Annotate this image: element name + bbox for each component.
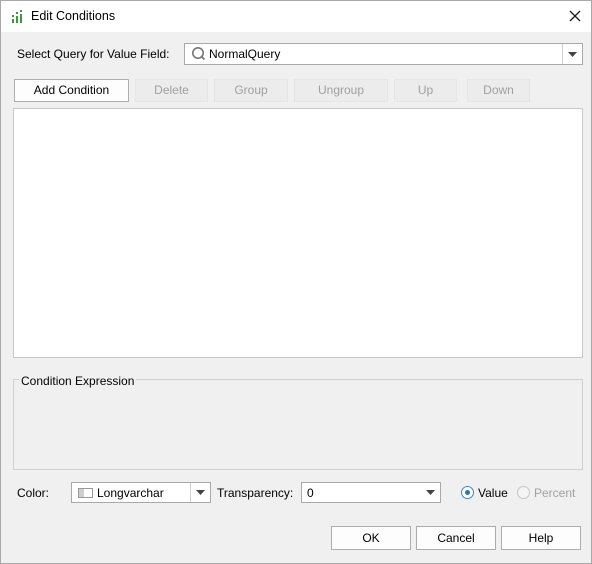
query-q-icon bbox=[191, 46, 207, 65]
dialog-title: Edit Conditions bbox=[31, 9, 116, 23]
add-condition-button[interactable]: Add Condition bbox=[14, 79, 129, 102]
delete-button[interactable]: Delete bbox=[135, 79, 208, 102]
color-label: Color: bbox=[17, 486, 50, 500]
chevron-down-icon[interactable] bbox=[420, 483, 440, 502]
edit-conditions-dialog: Edit Conditions Select Query for Value F… bbox=[0, 0, 592, 564]
query-value: NormalQuery bbox=[209, 47, 281, 61]
value-radio[interactable] bbox=[461, 486, 474, 499]
ungroup-button[interactable]: Ungroup bbox=[294, 79, 388, 102]
chevron-down-icon[interactable] bbox=[562, 44, 582, 64]
transparency-label: Transparency: bbox=[217, 486, 294, 500]
up-button[interactable]: Up bbox=[394, 79, 457, 102]
color-swatch bbox=[78, 488, 93, 498]
query-label: Select Query for Value Field: bbox=[17, 47, 170, 61]
condition-expression-title: Condition Expression bbox=[19, 374, 137, 388]
down-button[interactable]: Down bbox=[467, 79, 530, 102]
title-bar: Edit Conditions bbox=[1, 1, 591, 32]
ok-button[interactable]: OK bbox=[331, 526, 411, 550]
help-button[interactable]: Help bbox=[501, 526, 581, 550]
group-button[interactable]: Group bbox=[214, 79, 288, 102]
chart-bars-icon bbox=[11, 9, 25, 25]
cancel-button[interactable]: Cancel bbox=[416, 526, 496, 550]
condition-expression-group bbox=[13, 379, 583, 470]
chevron-down-icon[interactable] bbox=[190, 483, 210, 502]
color-combobox[interactable]: Longvarchar bbox=[71, 482, 211, 503]
transparency-combobox[interactable]: 0 bbox=[301, 482, 441, 503]
close-button[interactable] bbox=[561, 5, 589, 29]
close-icon bbox=[569, 10, 581, 25]
percent-radio-label: Percent bbox=[534, 486, 576, 500]
conditions-list[interactable] bbox=[13, 108, 583, 358]
query-combobox[interactable]: NormalQuery bbox=[184, 43, 583, 65]
color-value: Longvarchar bbox=[97, 486, 164, 500]
percent-radio[interactable] bbox=[517, 486, 530, 499]
transparency-value: 0 bbox=[307, 486, 314, 500]
value-radio-label: Value bbox=[478, 486, 508, 500]
